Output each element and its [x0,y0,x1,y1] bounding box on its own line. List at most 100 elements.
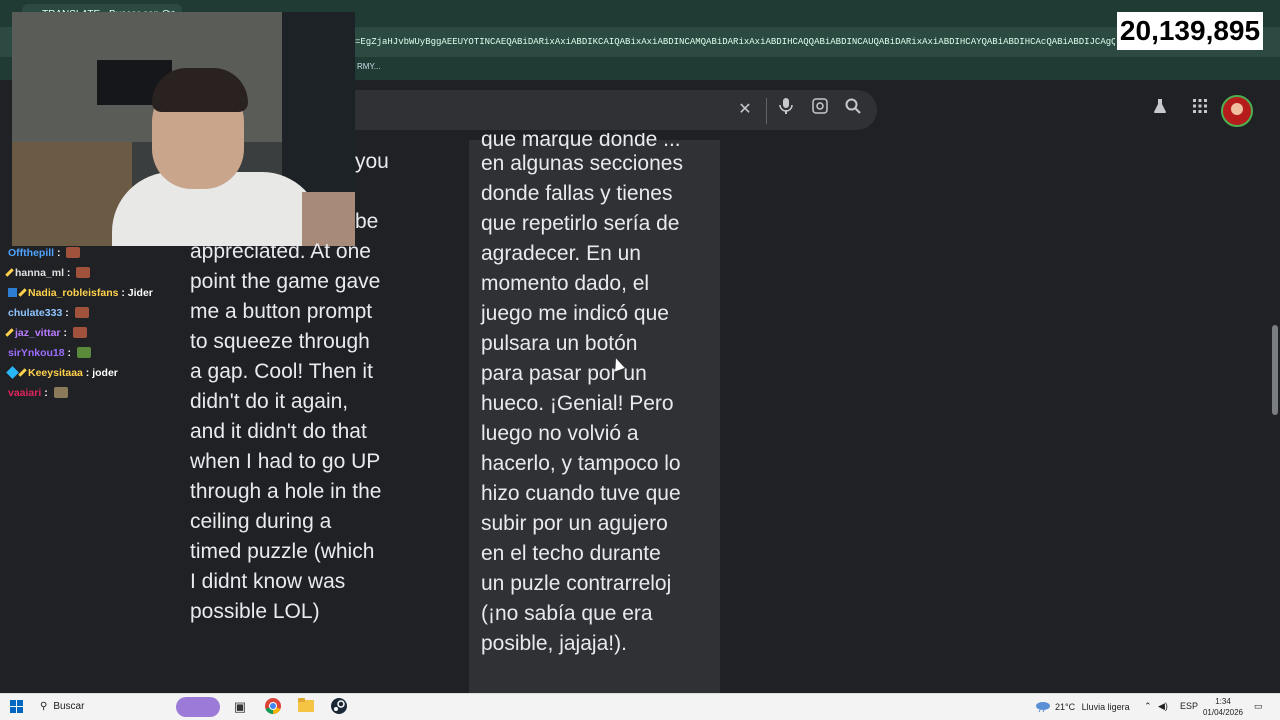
steam-icon[interactable] [329,697,349,717]
badge-icon [8,288,17,297]
microphone-icon[interactable] [774,98,798,122]
chat-emote-icon [76,267,91,278]
taskbar-search[interactable]: ⚲ Buscar [40,698,84,716]
weather-widget[interactable]: 21°C Lluvia ligera [1055,702,1130,712]
task-view-icon[interactable]: ▣ [230,697,250,717]
translated-line: posible, jajaja!). [481,632,627,655]
chat-username: chulate333 [8,307,63,319]
search-icon: ⚲ [40,701,48,712]
chat-emote-icon [53,387,68,398]
weather-condition: Lluvia ligera [1081,702,1130,712]
badge-icon [5,328,14,337]
taskbar-search-label: Buscar [53,701,85,712]
badge-icon [6,366,19,379]
chat-emote-icon [74,307,89,318]
translated-line: en algunas secciones [481,152,683,175]
chat-message: Offthepill : [8,244,178,264]
account-avatar[interactable] [1221,95,1253,127]
chat-username: Keeysitaaa [28,367,83,379]
translated-line: donde fallas y tienes [481,182,673,205]
weather-temp: 21°C [1055,702,1076,712]
screen: TRANSLATE - Buscar con Go ✕ =EgZjaHJvbWU… [0,0,1280,720]
translated-line: subir por un agujero [481,512,668,535]
translated-line: un puzle contrarreloj [481,572,672,595]
notification-icon[interactable]: ▭ [1254,701,1263,712]
apps-grid-icon[interactable] [1188,98,1212,122]
translated-line: agradecer. En un [481,242,641,265]
badge-icon [5,268,14,277]
clock[interactable]: 1:34 01/04/2026 [1198,696,1248,718]
speaker-icon[interactable]: ◀) [1158,701,1168,712]
search-divider [766,98,767,124]
chrome-icon[interactable] [263,697,283,717]
source-line: be [355,210,379,233]
source-line: ceiling during a [190,510,332,533]
badge-icon [18,288,27,297]
avatar-face [1231,103,1243,115]
chat-emote-icon [76,347,91,358]
source-line: you [355,150,389,173]
source-line: and it didn't do that [190,420,367,443]
bookmark-item[interactable]: RMY... [357,62,380,71]
close-icon[interactable]: ✕ [733,98,757,122]
language-indicator[interactable]: ESP [1180,701,1198,711]
windows-start-icon[interactable] [10,700,24,714]
chat-text: joder [92,367,118,379]
search-icon[interactable] [841,98,865,122]
translation-panel: que marque dónde ... en algunas seccione… [469,133,720,700]
chat-username: hanna_ml [15,267,65,279]
source-line: appreciated. At one [190,240,371,263]
source-line: didn't do it again, [190,390,349,413]
source-line: to squeeze through [190,330,370,353]
translated-line: para pasar por un [481,362,647,385]
translated-line: que marque dónde ... [481,133,681,149]
source-line: a gap. Cool! Then it [190,360,373,383]
source-line: me a button prompt [190,300,373,323]
translated-line: momento dado, el [481,272,650,295]
stream-chat: Offthepill : hanna_ml : Nadia_robleisfan… [5,244,178,414]
webcam-person-hair [152,68,248,112]
chat-message: jaz_vittar : [5,324,178,344]
search-input[interactable] [355,90,877,130]
translated-text: que marque dónde ... en algunas seccione… [481,133,717,659]
chat-username: Offthepill [8,247,55,259]
source-text-panel: you be appreciated. At one point the gam… [190,147,460,627]
translated-line: juego me indicó que [481,302,669,325]
chat-username: sirYnkou18 [8,347,65,359]
translated-line: que repetirlo sería de [481,212,680,235]
source-line [190,177,460,207]
badge-icon [18,368,27,377]
translated-line: luego no volvió a [481,422,639,445]
flask-icon[interactable] [1148,98,1172,122]
source-line: possible LOL) [190,600,320,623]
chevron-up-icon[interactable]: ⌃ [1144,701,1152,712]
translated-line: hacerlo, y tampoco lo [481,452,681,475]
url-text[interactable]: =EgZjaHJvbWUyBggAEEUYOTINCAEQABiDARixAxi… [355,37,1115,51]
chat-username: vaaiari [8,387,42,399]
clock-date: 01/04/2026 [1202,708,1244,717]
source-line: I didnt know was [190,570,346,593]
chat-message: chulate333 : [8,304,178,324]
viewer-counter: 20,139,895 [1117,12,1263,50]
file-explorer-icon[interactable] [296,697,316,717]
windows-taskbar: ⚲ Buscar ▣ 21°C Lluvia ligera ⌃ ◀) ESP 1:… [0,693,1280,720]
source-line: timed puzzle (which [190,540,375,563]
chat-text: Jider [127,287,153,299]
widget-art-icon[interactable] [176,697,220,717]
chat-emote-icon [66,247,81,258]
chat-emote-icon [72,327,87,338]
chat-message: sirYnkou18 : [8,344,178,364]
chat-message: vaaiari : [8,384,178,404]
camera-search-icon[interactable] [808,98,832,122]
translated-line: en el techo durante [481,542,661,565]
chat-username: jaz_vittar [15,327,61,339]
translated-line: (¡no sabía que era [481,602,653,625]
chat-message: Keeysitaaa : joder [6,364,178,384]
clock-time: 1:34 [1215,697,1231,706]
page-scrollbar[interactable] [1272,325,1278,415]
source-line: when I had to go UP [190,450,381,473]
source-line: point the game gave [190,270,381,293]
chat-username: Nadia_robleisfans [28,287,119,299]
weather-icon[interactable] [1035,699,1051,715]
translated-line: hueco. ¡Genial! Pero [481,392,674,415]
